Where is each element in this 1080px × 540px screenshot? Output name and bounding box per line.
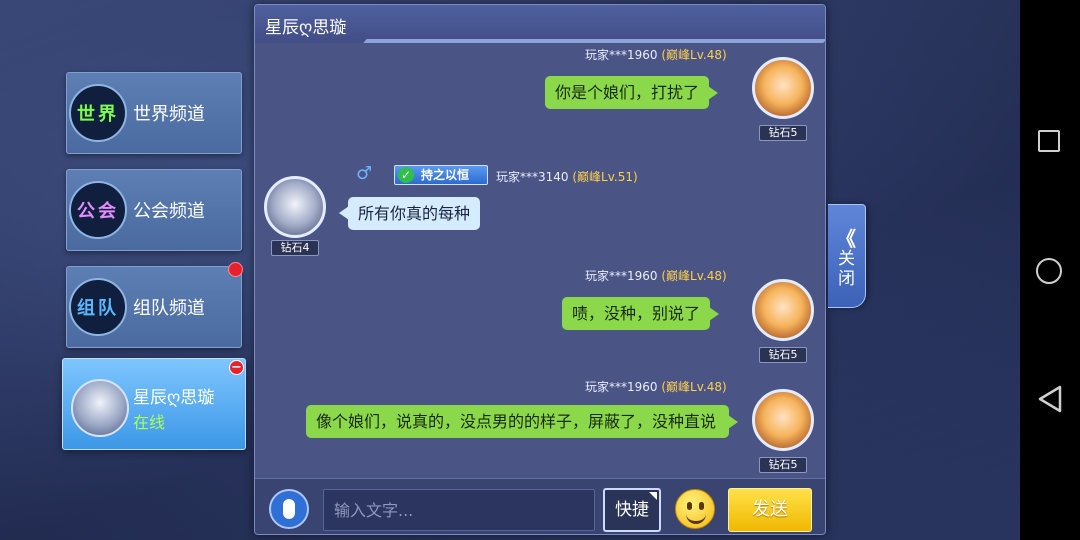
title-badge-label: 持之以恒 [421, 168, 470, 182]
rank-badge: 钻石5 [759, 347, 807, 363]
message-meta: 玩家***1960 (巅峰Lv.48) [585, 267, 727, 284]
male-icon: ♂ [356, 163, 373, 184]
title-badge: ✓ 持之以恒 [394, 165, 488, 185]
message-meta: 玩家***1960 (巅峰Lv.48) [585, 378, 727, 395]
chat-header: 星辰ღ思璇 [255, 5, 825, 43]
sender-level: (巅峰Lv.48) [661, 48, 727, 62]
sender-level: (巅峰Lv.48) [661, 380, 727, 394]
system-nav-bar [1020, 0, 1080, 540]
channel-world[interactable]: 世界 世界频道 [66, 72, 242, 154]
avatar[interactable] [752, 57, 814, 119]
sender-level: (巅峰Lv.51) [572, 170, 638, 184]
message-meta: 玩家***3140 (巅峰Lv.51) [496, 168, 638, 185]
message-input[interactable] [323, 489, 595, 531]
channel-world-label: 世界频道 [133, 104, 205, 125]
message-bubble[interactable]: 像个娘们，说真的，没点男的的样子，屏蔽了，没种直说 [306, 405, 738, 438]
notification-dot [228, 262, 243, 277]
close-tab[interactable]: 《 关闭 [828, 204, 866, 308]
message-meta: 玩家***1960 (巅峰Lv.48) [585, 46, 727, 63]
square-nav-icon[interactable] [1038, 130, 1060, 152]
private-chat-tab[interactable]: 星辰ღ思璇 在线 [62, 358, 246, 450]
channel-guild-badge: 公会 [69, 181, 127, 239]
private-chat-status: 在线 [133, 413, 166, 432]
sender-name: 玩家***1960 [585, 380, 658, 394]
circle-nav-icon[interactable] [1036, 258, 1062, 284]
chat-panel: 星辰ღ思璇 玩家***1960 (巅峰Lv.48) 你是个娘们，打扰了 钻石5 … [254, 4, 826, 535]
avatar[interactable] [752, 389, 814, 451]
chat-title: 星辰ღ思璇 [265, 18, 347, 38]
quick-reply-button[interactable]: 快捷 [603, 488, 661, 532]
private-chat-avatar [71, 379, 129, 437]
channel-guild[interactable]: 公会 公会频道 [66, 169, 242, 251]
sender-name: 玩家***1960 [585, 269, 658, 283]
avatar[interactable] [752, 279, 814, 341]
channel-world-badge: 世界 [69, 84, 127, 142]
emoji-icon[interactable] [675, 489, 715, 529]
sender-name: 玩家***1960 [585, 48, 658, 62]
private-chat-name: 星辰ღ思璇 [133, 388, 215, 408]
message-bubble[interactable]: 啧，没种，别说了 [562, 297, 720, 330]
mic-icon[interactable] [269, 489, 309, 529]
rank-badge: 钻石5 [759, 125, 807, 141]
rank-badge: 钻石5 [759, 457, 807, 473]
message-bubble[interactable]: 所有你真的每种 [338, 197, 481, 230]
sender-name: 玩家***3140 [496, 170, 569, 184]
avatar[interactable] [264, 176, 326, 238]
remove-chat-icon[interactable]: − [229, 360, 244, 375]
close-label: 关闭 [838, 249, 855, 289]
sender-level: (巅峰Lv.48) [661, 269, 727, 283]
send-button[interactable]: 发送 [728, 488, 812, 532]
channel-team[interactable]: 组队 组队频道 [66, 266, 242, 348]
channel-team-label: 组队频道 [133, 298, 205, 319]
channel-guild-label: 公会频道 [133, 201, 205, 222]
rank-badge: 钻石4 [271, 240, 319, 256]
message-bubble[interactable]: 你是个娘们，打扰了 [545, 76, 719, 109]
chevron-left-icon: 《 [836, 227, 856, 251]
input-bar: 快捷 发送 [255, 478, 825, 534]
channel-team-badge: 组队 [69, 278, 127, 336]
check-icon: ✓ [398, 167, 414, 183]
message-list[interactable]: 玩家***1960 (巅峰Lv.48) 你是个娘们，打扰了 钻石5 ♂ ✓ 持之… [255, 43, 825, 478]
